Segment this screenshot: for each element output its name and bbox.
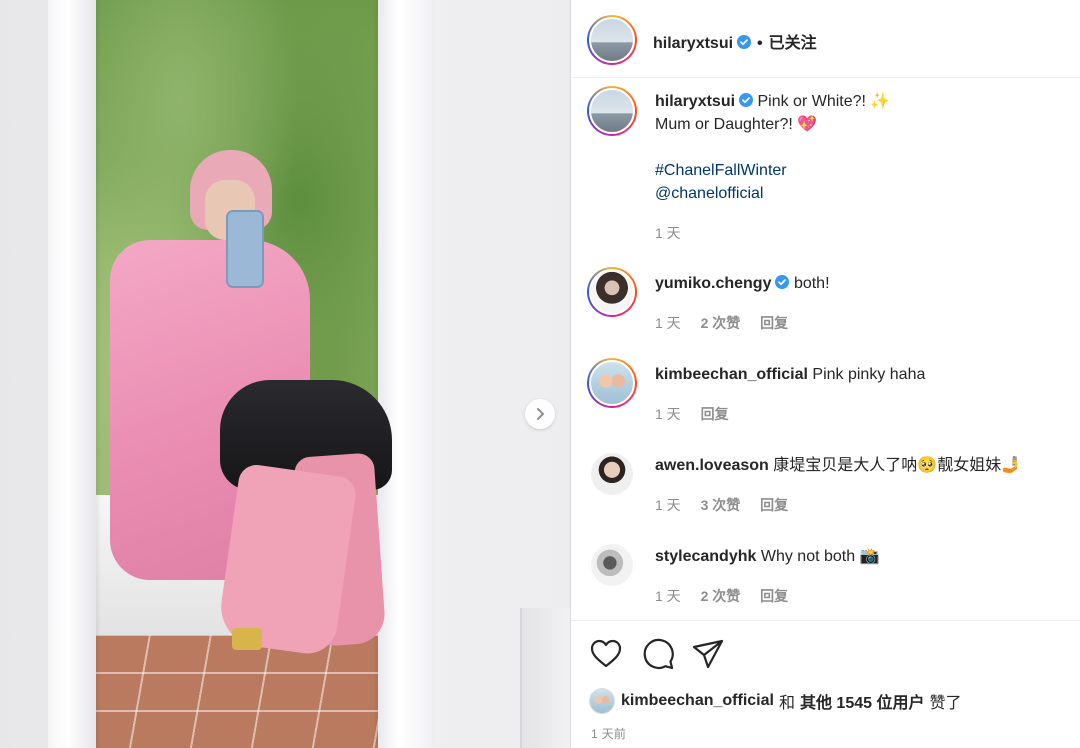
phone (226, 210, 264, 288)
comment-item: stylecandyhk Why not both 📸 1 天 2 次赞 回复 (571, 538, 1080, 620)
comment-text: Pink pinky haha (812, 366, 926, 383)
gold-heel (232, 628, 262, 650)
comment-text: both! (793, 275, 830, 292)
following-button[interactable]: 已关注 (769, 35, 817, 52)
mention-link[interactable]: @chanelofficial (655, 185, 763, 202)
liked-by-joiner: 和 (778, 695, 795, 712)
author-username[interactable]: hilaryxtsui (653, 35, 733, 52)
post-side-panel: hilaryxtsui • 已关注 hilaryxtsui Pink or Whit… (570, 0, 1080, 748)
caption-line-1: Pink or White?! ✨ (757, 93, 891, 110)
comment-item: awen.loveason 康堤宝贝是大人了呐🥺靓女姐妹🤳 1 天 3 次赞 回… (571, 447, 1080, 529)
liked-by-suffix: 赞了 (929, 695, 962, 712)
comment-item: kimbeechan_official Pink pinky haha 1 天 … (571, 356, 1080, 438)
comment-avatar[interactable] (587, 267, 637, 317)
heart-icon[interactable] (589, 637, 623, 671)
reply-button[interactable]: 回复 (701, 406, 729, 422)
comment-username[interactable]: yumiko.chengy (655, 275, 771, 292)
caption-username[interactable]: hilaryxtsui (655, 93, 735, 110)
comment-time: 1 天 (655, 315, 681, 331)
action-bar (571, 620, 1080, 686)
next-photo-button[interactable] (525, 399, 555, 429)
comment-avatar[interactable] (591, 544, 633, 586)
liked-by: kimbeechan_official 和 其他 1545 位用户 赞了 (589, 688, 961, 714)
window-frame-right (378, 0, 432, 748)
comment-username[interactable]: kimbeechan_official (655, 366, 808, 383)
liked-by-others[interactable]: 其他 1545 位用户 (800, 689, 925, 713)
post-timestamp[interactable]: 1 天前 (591, 725, 626, 742)
caption: hilaryxtsui Pink or White?! ✨ Mum or Dau… (571, 78, 1080, 258)
reply-button[interactable]: 回复 (760, 497, 788, 513)
comment-item: yumiko.chengy both! 1 天 2 次赞 回复 (571, 265, 1080, 347)
comment-text: 康堤宝贝是大人了呐🥺靓女姐妹🤳 (773, 457, 1022, 474)
share-icon[interactable] (691, 637, 725, 671)
comment-time: 1 天 (655, 497, 681, 513)
comment-time: 1 天 (655, 588, 681, 604)
header-separator: • (757, 35, 763, 52)
author-avatar[interactable] (587, 15, 637, 65)
window-frame-left (48, 0, 96, 748)
caption-time: 1 天 (655, 225, 681, 241)
comment-likes[interactable]: 2 次赞 (701, 588, 741, 604)
verified-badge-icon (775, 275, 790, 289)
comment-likes[interactable]: 3 次赞 (701, 497, 741, 513)
post-header: hilaryxtsui • 已关注 (571, 0, 1080, 78)
comment-username[interactable]: awen.loveason (655, 457, 769, 474)
hashtag-link[interactable]: #ChanelFallWinter (655, 162, 787, 179)
verified-badge-icon (737, 35, 752, 49)
caption-author-avatar[interactable] (587, 86, 637, 136)
reply-button[interactable]: 回复 (760, 315, 788, 331)
comment-text: Why not both 📸 (760, 548, 880, 565)
tiled-floor (90, 635, 390, 748)
header-author: hilaryxtsui • 已关注 (653, 29, 817, 53)
comment-time: 1 天 (655, 406, 681, 422)
reply-button[interactable]: 回复 (760, 588, 788, 604)
comment-avatar[interactable] (591, 453, 633, 495)
caption-line-2: Mum or Daughter?! 💖 (655, 116, 818, 133)
chevron-right-icon (537, 408, 544, 420)
comment-likes[interactable]: 2 次赞 (701, 315, 741, 331)
comment-icon[interactable] (641, 637, 675, 671)
post-photo[interactable] (0, 0, 570, 748)
verified-badge-icon (739, 93, 754, 107)
comment-avatar[interactable] (587, 358, 637, 408)
comment-username[interactable]: stylecandyhk (655, 548, 756, 565)
liker-username[interactable]: kimbeechan_official (621, 692, 774, 710)
side-table (520, 608, 570, 748)
liker-avatar[interactable] (589, 688, 615, 714)
